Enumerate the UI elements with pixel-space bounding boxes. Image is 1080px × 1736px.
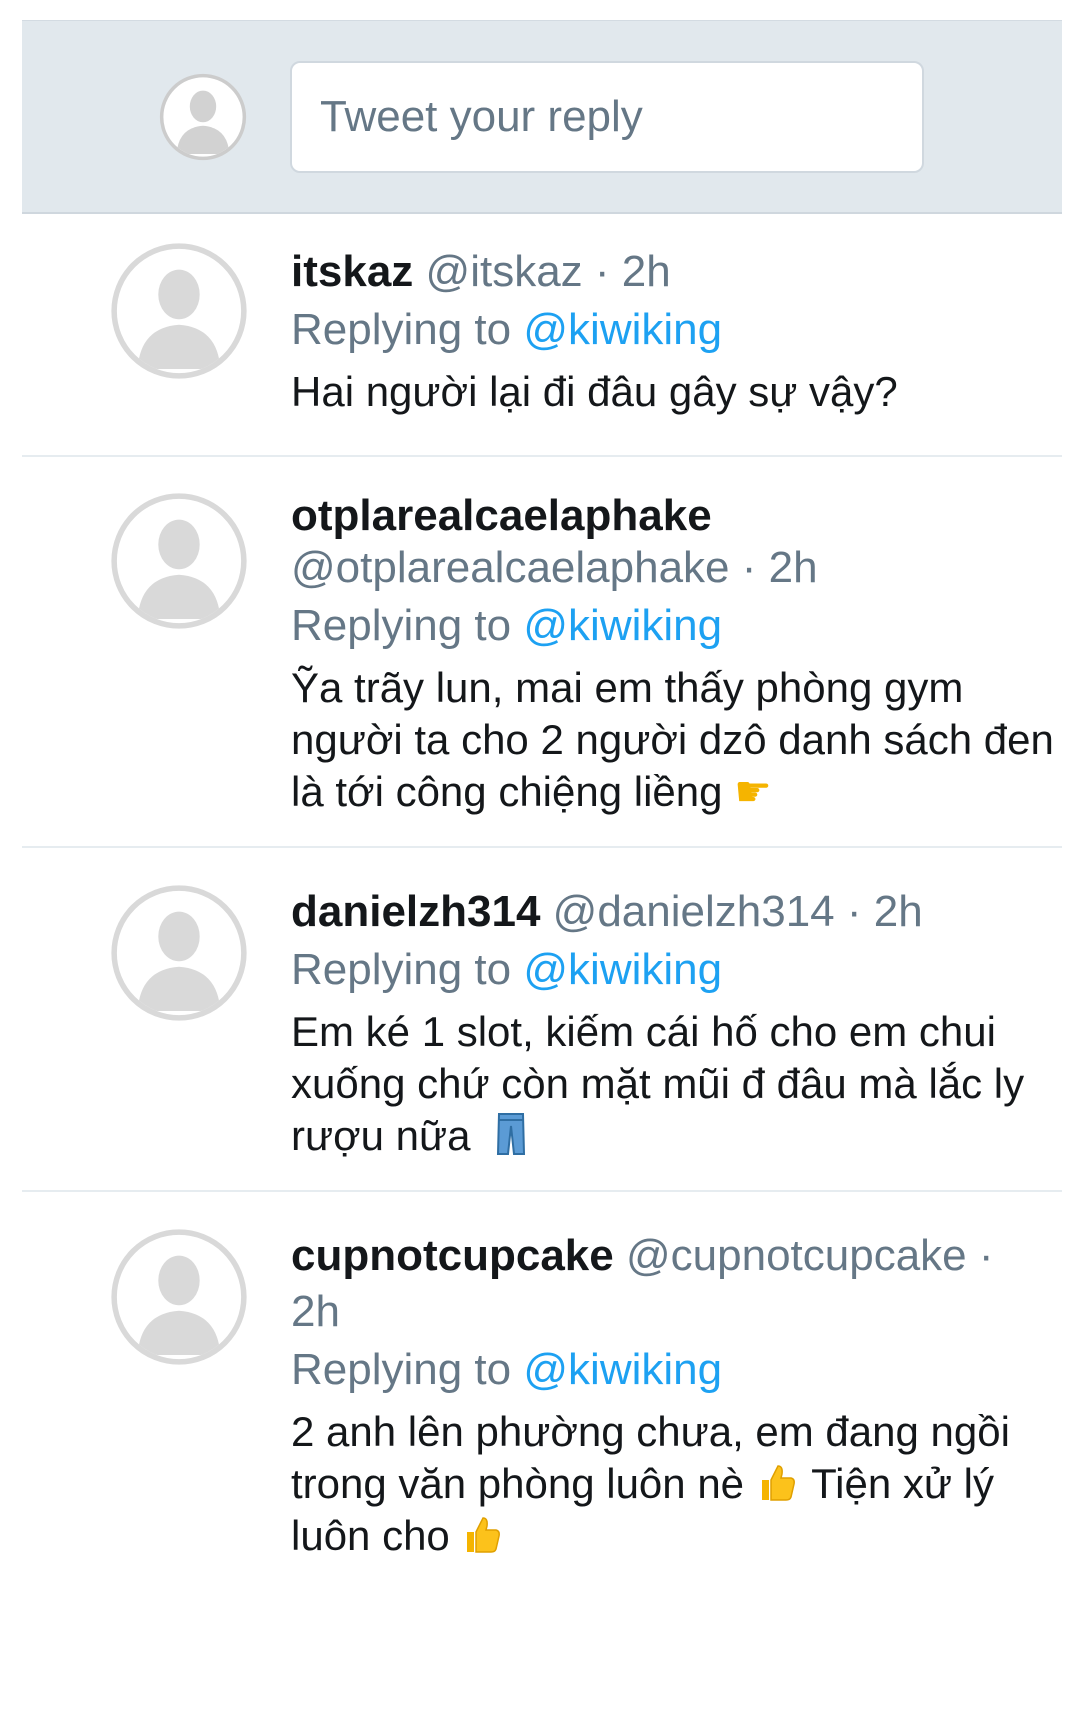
tweet-text: Ỹa trãy lun, mai em thấy phòng gym người… bbox=[291, 662, 1061, 818]
user-handle[interactable]: @cupnotcupcake bbox=[626, 1231, 967, 1280]
tweet-header-secondary: 2h bbox=[291, 1284, 1062, 1340]
tweet-body: danielzh314 @danielzh314 · 2h Replying t… bbox=[291, 884, 1062, 1162]
tweet-text: Hai người lại đi đâu gây sự vậy? bbox=[291, 366, 1061, 418]
reply-input-box[interactable] bbox=[290, 61, 924, 173]
pointing-right-icon: ☛ bbox=[734, 767, 772, 816]
tweet-header: otplarealcaelaphake bbox=[291, 492, 1062, 540]
display-name[interactable]: otplarealcaelaphake bbox=[291, 491, 712, 540]
replying-to: Replying to @kiwiking bbox=[291, 1342, 1062, 1398]
tweet-body: itskaz @itskaz · 2h Replying to @kiwikin… bbox=[291, 244, 1062, 418]
replying-prefix: Replying to bbox=[291, 945, 512, 994]
replying-prefix: Replying to bbox=[291, 1345, 512, 1394]
timestamp[interactable]: 2h bbox=[874, 887, 923, 936]
thumbs-up-icon bbox=[461, 1511, 503, 1560]
timestamp[interactable]: 2h bbox=[622, 247, 671, 296]
tweet-text-content: Ỹa trãy lun, mai em thấy phòng gym người… bbox=[291, 664, 1054, 815]
mention-link[interactable]: @kiwiking bbox=[523, 305, 722, 354]
display-name[interactable]: itskaz bbox=[291, 247, 413, 296]
display-name[interactable]: danielzh314 bbox=[291, 887, 540, 936]
replying-to: Replying to @kiwiking bbox=[291, 598, 1062, 654]
separator: · bbox=[978, 1231, 994, 1280]
tweet-header: cupnotcupcake @cupnotcupcake · bbox=[291, 1228, 1062, 1284]
user-avatar[interactable] bbox=[110, 492, 248, 630]
tweet-body: otplarealcaelaphake @otplarealcaelaphake… bbox=[291, 492, 1062, 818]
separator: · bbox=[741, 543, 757, 592]
tweet-header: itskaz @itskaz · 2h bbox=[291, 244, 1062, 300]
mention-link[interactable]: @kiwiking bbox=[523, 945, 722, 994]
user-handle[interactable]: @itskaz bbox=[426, 247, 583, 296]
user-avatar[interactable] bbox=[110, 1228, 248, 1366]
replying-prefix: Replying to bbox=[291, 601, 512, 650]
user-avatar[interactable] bbox=[110, 242, 248, 380]
mention-link[interactable]: @kiwiking bbox=[523, 1345, 722, 1394]
jeans-icon bbox=[482, 1111, 526, 1160]
user-handle[interactable]: @danielzh314 bbox=[553, 887, 835, 936]
divider bbox=[22, 846, 1062, 848]
divider bbox=[22, 1190, 1062, 1192]
tweet-body: cupnotcupcake @cupnotcupcake · 2h Replyi… bbox=[291, 1228, 1062, 1562]
tweet-text-content: Hai người lại đi đâu gây sự vậy? bbox=[291, 368, 898, 415]
tweet-header: danielzh314 @danielzh314 · 2h bbox=[291, 884, 1062, 940]
replying-to: Replying to @kiwiking bbox=[291, 942, 1062, 998]
mention-link[interactable]: @kiwiking bbox=[523, 601, 722, 650]
user-avatar[interactable] bbox=[110, 884, 248, 1022]
user-handle[interactable]: @otplarealcaelaphake bbox=[291, 543, 730, 592]
tweet-replies-screen: itskaz @itskaz · 2h Replying to @kiwikin… bbox=[0, 0, 1080, 1736]
reply-input[interactable] bbox=[292, 63, 922, 171]
timestamp[interactable]: 2h bbox=[769, 543, 818, 592]
tweet-text-content: Em ké 1 slot, kiếm cái hố cho em chui xu… bbox=[291, 1008, 1025, 1159]
thumbs-up-icon bbox=[756, 1459, 811, 1508]
replying-to: Replying to @kiwiking bbox=[291, 302, 1062, 358]
separator: · bbox=[594, 247, 610, 296]
replying-prefix: Replying to bbox=[291, 305, 512, 354]
display-name[interactable]: cupnotcupcake bbox=[291, 1231, 614, 1280]
reply-composer bbox=[22, 20, 1062, 214]
separator: · bbox=[846, 887, 862, 936]
tweet-text: 2 anh lên phường chưa, em đang ngồi tron… bbox=[291, 1406, 1061, 1562]
tweet-header-secondary: @otplarealcaelaphake · 2h bbox=[291, 540, 1062, 596]
current-user-avatar[interactable] bbox=[159, 73, 247, 161]
timestamp[interactable]: 2h bbox=[291, 1287, 340, 1336]
divider bbox=[22, 455, 1062, 457]
tweet-text: Em ké 1 slot, kiếm cái hố cho em chui xu… bbox=[291, 1006, 1061, 1162]
